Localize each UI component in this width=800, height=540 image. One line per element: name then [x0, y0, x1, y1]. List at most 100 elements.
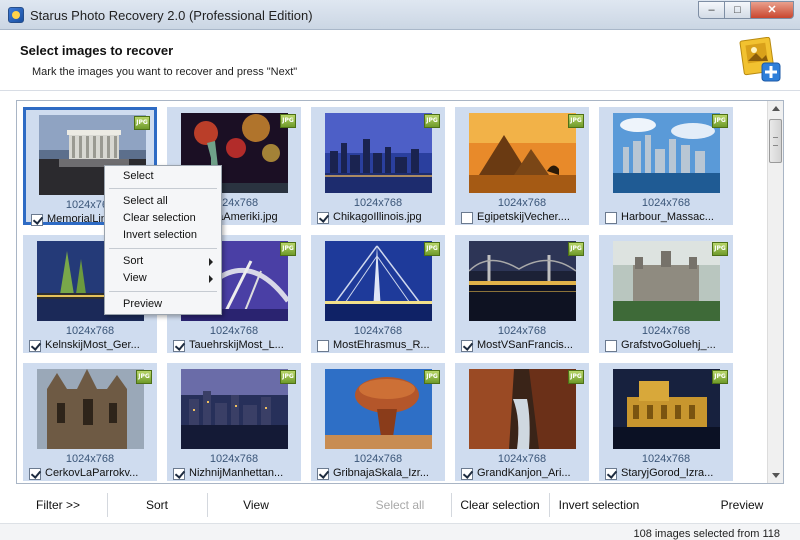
invert-selection-button[interactable]: Invert selection — [553, 491, 645, 519]
sort-button[interactable]: Sort — [112, 491, 202, 519]
select-all-button[interactable]: Select all — [354, 491, 446, 519]
image-checkbox[interactable] — [173, 340, 185, 352]
image-checkbox[interactable] — [461, 468, 473, 480]
image-tile[interactable]: JPG 1024x768 ChikagoIllinois.jpg — [311, 107, 445, 225]
image-dimensions: 1024x768 — [353, 325, 403, 337]
app-icon — [8, 7, 24, 23]
image-tile[interactable]: JPG 1024x768 GrafstvoGoluehj_... — [599, 235, 733, 353]
image-checkbox[interactable] — [461, 212, 473, 224]
image-filename: Harbour_Massac... — [621, 211, 714, 223]
page-instructions: Mark the images you want to recover and … — [32, 66, 298, 78]
image-tile[interactable]: JPG 1024x768 MostEhrasmus_R... — [311, 235, 445, 353]
jpg-format-icon: JPG — [424, 370, 440, 384]
image-filename: GrafstvoGoluehj_... — [621, 339, 716, 351]
jpg-format-icon: JPG — [712, 114, 728, 128]
jpg-format-icon: JPG — [712, 370, 728, 384]
view-button[interactable]: View — [212, 491, 300, 519]
image-dimensions: 1024x768 — [641, 197, 691, 209]
image-filename: TauehrskijMost_L... — [189, 339, 284, 351]
toolbar-separator — [207, 493, 208, 517]
image-checkbox[interactable] — [317, 468, 329, 480]
image-tile[interactable]: JPG 1024x768 StaryjGorod_Izra... — [599, 363, 733, 481]
image-thumbnail — [469, 241, 576, 321]
image-tile[interactable]: JPG 1024x768 GribnajaSkala_Izr... — [311, 363, 445, 481]
image-checkbox[interactable] — [605, 468, 617, 480]
page-title: Select images to recover — [20, 43, 174, 58]
close-button[interactable]: ✕ — [750, 1, 794, 19]
menu-item-view[interactable]: View — [105, 270, 221, 287]
image-thumbnail — [325, 113, 432, 193]
vertical-scrollbar[interactable] — [767, 101, 783, 483]
image-filename: GribnajaSkala_Izr... — [333, 467, 429, 479]
image-tile[interactable]: JPG 1024x768 CerkovLaParrokv... — [23, 363, 157, 481]
menu-item-select[interactable]: Select — [105, 168, 221, 185]
image-tile[interactable]: JPG 1024x768 Harbour_Massac... — [599, 107, 733, 225]
image-checkbox[interactable] — [173, 468, 185, 480]
image-dimensions: 1024x768 — [497, 325, 547, 337]
jpg-format-icon: JPG — [424, 114, 440, 128]
image-tile[interactable]: JPG 1024x768 NizhnijManhettan... — [167, 363, 301, 481]
image-dimensions: 1024x768 — [641, 453, 691, 465]
scroll-up-icon[interactable] — [772, 106, 780, 111]
image-checkbox[interactable] — [31, 214, 43, 226]
image-checkbox[interactable] — [317, 212, 329, 224]
image-checkbox[interactable] — [29, 340, 41, 352]
image-dimensions: 1024x768 — [209, 453, 259, 465]
image-thumbnail — [469, 369, 576, 449]
image-filename: GrandKanjon_Ari... — [477, 467, 571, 479]
image-tile[interactable]: JPG 1024x768 EgipetskijVecher.... — [455, 107, 589, 225]
filter-button[interactable]: Filter >> — [20, 491, 96, 519]
image-thumbnail — [325, 369, 432, 449]
preview-button[interactable]: Preview — [706, 491, 778, 519]
photo-recovery-logo-icon — [739, 37, 781, 82]
submenu-arrow-icon — [209, 258, 213, 266]
menu-item-sort[interactable]: Sort — [105, 253, 221, 270]
menu-item-preview[interactable]: Preview — [105, 296, 221, 313]
image-dimensions: 1024x768 — [641, 325, 691, 337]
jpg-format-icon: JPG — [136, 370, 152, 384]
image-filename: CerkovLaParrokv... — [45, 467, 139, 479]
image-thumbnail — [613, 113, 720, 193]
minimize-button[interactable]: – — [698, 1, 724, 19]
maximize-button[interactable]: □ — [724, 1, 750, 19]
image-filename: MostVSanFrancis... — [477, 339, 573, 351]
image-filename: ChikagoIllinois.jpg — [333, 211, 422, 223]
image-tile[interactable]: JPG 1024x768 MostVSanFrancis... — [455, 235, 589, 353]
context-menu: Select Select all Clear selection Invert… — [104, 165, 222, 315]
image-dimensions: 1024x768 — [65, 325, 115, 337]
image-dimensions: 1024x768 — [353, 197, 403, 209]
menu-separator — [109, 291, 217, 292]
image-checkbox[interactable] — [29, 468, 41, 480]
title-bar: Starus Photo Recovery 2.0 (Professional … — [0, 0, 800, 30]
jpg-format-icon: JPG — [424, 242, 440, 256]
image-filename: MostEhrasmus_R... — [333, 339, 430, 351]
menu-item-clear-selection[interactable]: Clear selection — [105, 210, 221, 227]
jpg-format-icon: JPG — [134, 116, 150, 130]
jpg-format-icon: JPG — [568, 370, 584, 384]
jpg-format-icon: JPG — [280, 242, 296, 256]
submenu-arrow-icon — [209, 275, 213, 283]
image-dimensions: 1024x768 — [65, 453, 115, 465]
image-checkbox[interactable] — [461, 340, 473, 352]
scroll-thumb[interactable] — [769, 119, 782, 163]
toolbar-separator — [549, 493, 550, 517]
status-bar: 108 images selected from 118 — [0, 523, 800, 540]
toolbar-separator — [451, 493, 452, 517]
selection-count-status: 108 images selected from 118 — [633, 528, 780, 540]
scroll-down-icon[interactable] — [772, 473, 780, 478]
image-filename: KelnskijMost_Ger... — [45, 339, 140, 351]
menu-separator — [109, 188, 217, 189]
menu-item-invert-selection[interactable]: Invert selection — [105, 227, 221, 244]
jpg-format-icon: JPG — [280, 370, 296, 384]
window-title: Starus Photo Recovery 2.0 (Professional … — [30, 8, 313, 23]
image-checkbox[interactable] — [605, 340, 617, 352]
image-dimensions: 1024x768 — [497, 197, 547, 209]
menu-item-select-all[interactable]: Select all — [105, 193, 221, 210]
image-tile[interactable]: JPG 1024x768 GrandKanjon_Ari... — [455, 363, 589, 481]
jpg-format-icon: JPG — [568, 242, 584, 256]
image-checkbox[interactable] — [605, 212, 617, 224]
image-checkbox[interactable] — [317, 340, 329, 352]
image-dimensions: 1024x768 — [497, 453, 547, 465]
image-dimensions: 1024x768 — [209, 325, 259, 337]
clear-selection-button[interactable]: Clear selection — [455, 491, 545, 519]
